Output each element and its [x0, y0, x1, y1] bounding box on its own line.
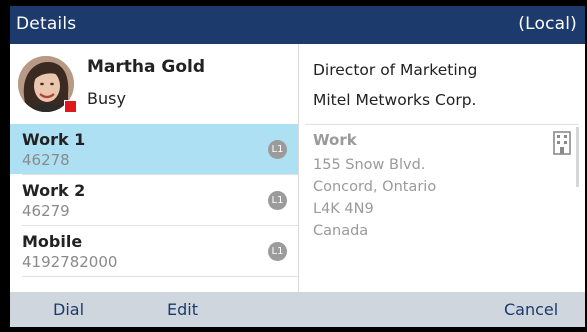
number-value: 4192782000: [22, 253, 118, 271]
address-line: Canada: [313, 223, 369, 239]
cancel-softkey[interactable]: Cancel: [504, 300, 558, 319]
number-label: Work 2: [22, 181, 86, 200]
details-panel: Director of Marketing Mitel Metworks Cor…: [299, 44, 585, 292]
number-row-mobile[interactable]: Mobile 4192782000 L1: [10, 226, 298, 276]
company-name: Mitel Metworks Corp.: [313, 91, 477, 109]
details-screen: Details (Local) Martha Gold Busy Work 1 …: [10, 6, 585, 327]
line-badge-icon: L1: [268, 242, 287, 261]
contact-header: Martha Gold Busy: [10, 44, 298, 125]
address-type: Work: [313, 131, 357, 149]
address-line: 155 Snow Blvd.: [313, 157, 426, 173]
row-divider: [22, 276, 298, 277]
contact-name: Martha Gold: [87, 57, 206, 77]
address-line: Concord, Ontario: [313, 179, 437, 195]
contact-status: Busy: [87, 89, 126, 108]
number-row-work-2[interactable]: Work 2 46279 L1: [10, 175, 298, 225]
directory-mode: (Local): [518, 14, 577, 34]
dial-softkey[interactable]: Dial: [53, 300, 84, 319]
screen-title: Details: [16, 14, 77, 34]
number-value: 46279: [22, 202, 70, 220]
contact-panel: Martha Gold Busy Work 1 46278 L1 Work 2 …: [10, 44, 299, 292]
title-bar: Details (Local): [10, 6, 585, 44]
edit-softkey[interactable]: Edit: [167, 300, 198, 319]
number-label: Mobile: [22, 232, 83, 251]
building-icon: [553, 131, 571, 155]
address-line: L4K 4N9: [313, 201, 374, 217]
number-value: 46278: [22, 151, 70, 169]
line-badge-icon: L1: [268, 140, 287, 159]
job-title: Director of Marketing: [313, 61, 478, 79]
softkey-bar: Dial Edit Cancel: [10, 292, 585, 327]
number-label: Work 1: [22, 130, 86, 149]
presence-busy-icon: [64, 100, 77, 113]
number-row-work-1[interactable]: Work 1 46278 L1: [10, 124, 298, 174]
scrollbar[interactable]: [576, 127, 579, 187]
address-card: Work 155 Snow Blvd. Concord, Ontario L4K…: [305, 124, 579, 293]
line-badge-icon: L1: [268, 191, 287, 210]
